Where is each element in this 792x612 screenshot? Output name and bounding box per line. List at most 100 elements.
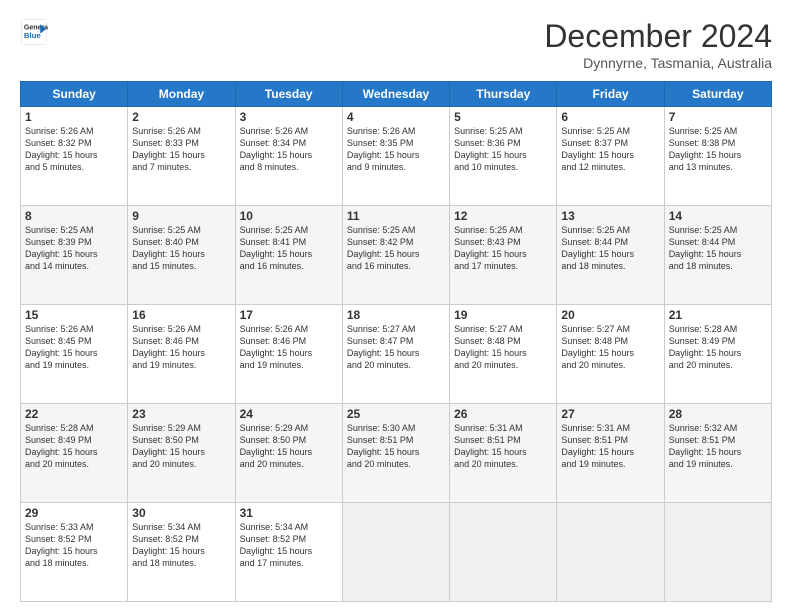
- calendar-cell: 17Sunrise: 5:26 AM Sunset: 8:46 PM Dayli…: [235, 305, 342, 404]
- calendar-cell: 14Sunrise: 5:25 AM Sunset: 8:44 PM Dayli…: [664, 206, 771, 305]
- weekday-header-thursday: Thursday: [450, 82, 557, 107]
- week-row-3: 15Sunrise: 5:26 AM Sunset: 8:45 PM Dayli…: [21, 305, 772, 404]
- calendar-cell: 1Sunrise: 5:26 AM Sunset: 8:32 PM Daylig…: [21, 107, 128, 206]
- day-info: Sunrise: 5:25 AM Sunset: 8:41 PM Dayligh…: [240, 224, 338, 273]
- day-number: 8: [25, 209, 123, 223]
- calendar-cell: [664, 503, 771, 602]
- day-info: Sunrise: 5:28 AM Sunset: 8:49 PM Dayligh…: [25, 422, 123, 471]
- calendar-cell: 2Sunrise: 5:26 AM Sunset: 8:33 PM Daylig…: [128, 107, 235, 206]
- week-row-5: 29Sunrise: 5:33 AM Sunset: 8:52 PM Dayli…: [21, 503, 772, 602]
- calendar-cell: 9Sunrise: 5:25 AM Sunset: 8:40 PM Daylig…: [128, 206, 235, 305]
- day-info: Sunrise: 5:27 AM Sunset: 8:47 PM Dayligh…: [347, 323, 445, 372]
- day-number: 13: [561, 209, 659, 223]
- calendar-cell: 18Sunrise: 5:27 AM Sunset: 8:47 PM Dayli…: [342, 305, 449, 404]
- day-number: 5: [454, 110, 552, 124]
- day-number: 9: [132, 209, 230, 223]
- weekday-header-wednesday: Wednesday: [342, 82, 449, 107]
- day-number: 4: [347, 110, 445, 124]
- day-info: Sunrise: 5:34 AM Sunset: 8:52 PM Dayligh…: [132, 521, 230, 570]
- day-number: 23: [132, 407, 230, 421]
- title-block: December 2024 Dynnyrne, Tasmania, Austra…: [544, 18, 772, 71]
- day-info: Sunrise: 5:32 AM Sunset: 8:51 PM Dayligh…: [669, 422, 767, 471]
- calendar-cell: 7Sunrise: 5:25 AM Sunset: 8:38 PM Daylig…: [664, 107, 771, 206]
- day-number: 10: [240, 209, 338, 223]
- calendar-cell: [450, 503, 557, 602]
- calendar-cell: 30Sunrise: 5:34 AM Sunset: 8:52 PM Dayli…: [128, 503, 235, 602]
- day-info: Sunrise: 5:29 AM Sunset: 8:50 PM Dayligh…: [132, 422, 230, 471]
- day-number: 30: [132, 506, 230, 520]
- day-info: Sunrise: 5:26 AM Sunset: 8:35 PM Dayligh…: [347, 125, 445, 174]
- calendar-cell: 22Sunrise: 5:28 AM Sunset: 8:49 PM Dayli…: [21, 404, 128, 503]
- day-info: Sunrise: 5:25 AM Sunset: 8:39 PM Dayligh…: [25, 224, 123, 273]
- day-number: 19: [454, 308, 552, 322]
- calendar-cell: 24Sunrise: 5:29 AM Sunset: 8:50 PM Dayli…: [235, 404, 342, 503]
- day-info: Sunrise: 5:25 AM Sunset: 8:40 PM Dayligh…: [132, 224, 230, 273]
- day-number: 12: [454, 209, 552, 223]
- day-info: Sunrise: 5:29 AM Sunset: 8:50 PM Dayligh…: [240, 422, 338, 471]
- logo: General Blue: [20, 18, 48, 46]
- calendar-cell: 20Sunrise: 5:27 AM Sunset: 8:48 PM Dayli…: [557, 305, 664, 404]
- day-info: Sunrise: 5:25 AM Sunset: 8:36 PM Dayligh…: [454, 125, 552, 174]
- weekday-header-saturday: Saturday: [664, 82, 771, 107]
- calendar-cell: 28Sunrise: 5:32 AM Sunset: 8:51 PM Dayli…: [664, 404, 771, 503]
- day-info: Sunrise: 5:25 AM Sunset: 8:38 PM Dayligh…: [669, 125, 767, 174]
- calendar-cell: 6Sunrise: 5:25 AM Sunset: 8:37 PM Daylig…: [557, 107, 664, 206]
- day-info: Sunrise: 5:25 AM Sunset: 8:44 PM Dayligh…: [561, 224, 659, 273]
- day-number: 14: [669, 209, 767, 223]
- calendar-cell: 5Sunrise: 5:25 AM Sunset: 8:36 PM Daylig…: [450, 107, 557, 206]
- day-info: Sunrise: 5:27 AM Sunset: 8:48 PM Dayligh…: [561, 323, 659, 372]
- day-number: 18: [347, 308, 445, 322]
- calendar-cell: 21Sunrise: 5:28 AM Sunset: 8:49 PM Dayli…: [664, 305, 771, 404]
- location-subtitle: Dynnyrne, Tasmania, Australia: [544, 55, 772, 71]
- weekday-header-sunday: Sunday: [21, 82, 128, 107]
- day-info: Sunrise: 5:33 AM Sunset: 8:52 PM Dayligh…: [25, 521, 123, 570]
- day-number: 25: [347, 407, 445, 421]
- day-info: Sunrise: 5:26 AM Sunset: 8:46 PM Dayligh…: [132, 323, 230, 372]
- calendar-cell: 25Sunrise: 5:30 AM Sunset: 8:51 PM Dayli…: [342, 404, 449, 503]
- day-number: 16: [132, 308, 230, 322]
- calendar-cell: 31Sunrise: 5:34 AM Sunset: 8:52 PM Dayli…: [235, 503, 342, 602]
- day-number: 29: [25, 506, 123, 520]
- weekday-header-row: SundayMondayTuesdayWednesdayThursdayFrid…: [21, 82, 772, 107]
- day-number: 20: [561, 308, 659, 322]
- day-number: 22: [25, 407, 123, 421]
- calendar-cell: 4Sunrise: 5:26 AM Sunset: 8:35 PM Daylig…: [342, 107, 449, 206]
- calendar-cell: 12Sunrise: 5:25 AM Sunset: 8:43 PM Dayli…: [450, 206, 557, 305]
- day-info: Sunrise: 5:26 AM Sunset: 8:45 PM Dayligh…: [25, 323, 123, 372]
- day-info: Sunrise: 5:27 AM Sunset: 8:48 PM Dayligh…: [454, 323, 552, 372]
- day-number: 6: [561, 110, 659, 124]
- page: General Blue December 2024 Dynnyrne, Tas…: [0, 0, 792, 612]
- day-info: Sunrise: 5:26 AM Sunset: 8:34 PM Dayligh…: [240, 125, 338, 174]
- calendar-cell: 11Sunrise: 5:25 AM Sunset: 8:42 PM Dayli…: [342, 206, 449, 305]
- header: General Blue December 2024 Dynnyrne, Tas…: [20, 18, 772, 71]
- calendar-cell: 13Sunrise: 5:25 AM Sunset: 8:44 PM Dayli…: [557, 206, 664, 305]
- weekday-header-friday: Friday: [557, 82, 664, 107]
- calendar-cell: 16Sunrise: 5:26 AM Sunset: 8:46 PM Dayli…: [128, 305, 235, 404]
- day-number: 28: [669, 407, 767, 421]
- day-number: 1: [25, 110, 123, 124]
- day-info: Sunrise: 5:31 AM Sunset: 8:51 PM Dayligh…: [454, 422, 552, 471]
- calendar-cell: 8Sunrise: 5:25 AM Sunset: 8:39 PM Daylig…: [21, 206, 128, 305]
- day-info: Sunrise: 5:34 AM Sunset: 8:52 PM Dayligh…: [240, 521, 338, 570]
- day-info: Sunrise: 5:26 AM Sunset: 8:46 PM Dayligh…: [240, 323, 338, 372]
- svg-text:Blue: Blue: [24, 31, 42, 40]
- weekday-header-tuesday: Tuesday: [235, 82, 342, 107]
- day-number: 15: [25, 308, 123, 322]
- calendar-cell: 27Sunrise: 5:31 AM Sunset: 8:51 PM Dayli…: [557, 404, 664, 503]
- calendar-cell: 23Sunrise: 5:29 AM Sunset: 8:50 PM Dayli…: [128, 404, 235, 503]
- calendar-cell: 10Sunrise: 5:25 AM Sunset: 8:41 PM Dayli…: [235, 206, 342, 305]
- calendar-cell: [342, 503, 449, 602]
- calendar-cell: 26Sunrise: 5:31 AM Sunset: 8:51 PM Dayli…: [450, 404, 557, 503]
- calendar-table: SundayMondayTuesdayWednesdayThursdayFrid…: [20, 81, 772, 602]
- day-info: Sunrise: 5:26 AM Sunset: 8:33 PM Dayligh…: [132, 125, 230, 174]
- calendar-cell: 3Sunrise: 5:26 AM Sunset: 8:34 PM Daylig…: [235, 107, 342, 206]
- day-number: 21: [669, 308, 767, 322]
- day-number: 26: [454, 407, 552, 421]
- logo-icon: General Blue: [20, 18, 48, 46]
- calendar-cell: 29Sunrise: 5:33 AM Sunset: 8:52 PM Dayli…: [21, 503, 128, 602]
- day-info: Sunrise: 5:31 AM Sunset: 8:51 PM Dayligh…: [561, 422, 659, 471]
- day-number: 2: [132, 110, 230, 124]
- day-number: 3: [240, 110, 338, 124]
- weekday-header-monday: Monday: [128, 82, 235, 107]
- day-info: Sunrise: 5:26 AM Sunset: 8:32 PM Dayligh…: [25, 125, 123, 174]
